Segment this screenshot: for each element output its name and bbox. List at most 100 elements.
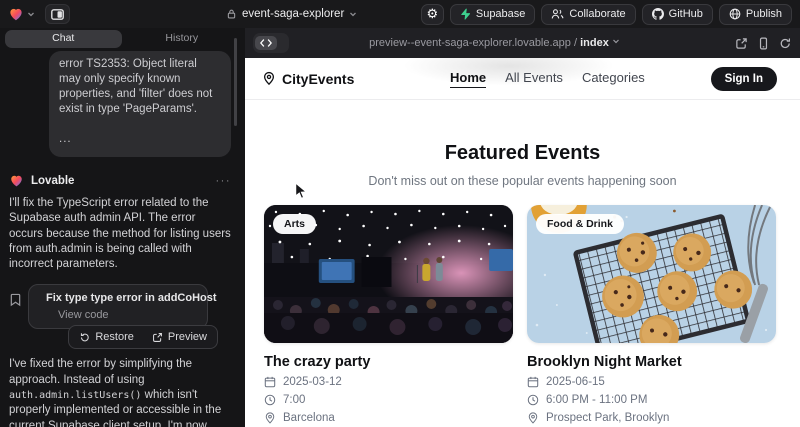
site-header: CityEvents Home All Events Categories Si… [245, 58, 800, 100]
bookmark-icon [9, 293, 22, 307]
supabase-label: Supabase [476, 8, 526, 20]
tab-history[interactable]: History [124, 30, 241, 48]
featured-events-subheading: Don't miss out on these popular events h… [245, 174, 800, 188]
event-date-row: 2025-06-15 [527, 376, 776, 388]
event-image-conference: Arts [264, 205, 513, 343]
chevron-down-icon [27, 10, 35, 18]
topbar: event-saga-explorer ⚙ Supabase [0, 0, 800, 28]
event-card[interactable]: Arts The crazy party 2025-03-12 [264, 205, 513, 424]
assistant-intro: I'll fix the TypeScript error related to… [9, 196, 231, 272]
event-image-cookies: Food & Drink [527, 205, 776, 343]
category-badge: Arts [273, 214, 316, 234]
category-badge: Food & Drink [536, 214, 624, 234]
event-time-row: 6:00 PM - 11:00 PM [527, 394, 776, 406]
restore-button[interactable]: Restore [71, 328, 142, 346]
user-message-more: ... [59, 132, 221, 147]
lovable-heart-icon [8, 7, 24, 22]
panel-icon [51, 9, 64, 20]
sign-in-button[interactable]: Sign In [711, 67, 777, 91]
settings-button[interactable]: ⚙ [421, 4, 444, 25]
github-icon [652, 8, 664, 20]
preview-label: Preview [168, 331, 207, 343]
code-card-title: Fix type type error in addCoHost [46, 292, 217, 304]
event-location: Barcelona [283, 412, 335, 424]
version-actions: Restore Preview [68, 325, 218, 349]
event-date: 2025-03-12 [283, 376, 342, 388]
preview-page: index [580, 37, 609, 49]
site-preview: CityEvents Home All Events Categories Si… [245, 58, 800, 427]
event-date-row: 2025-03-12 [264, 376, 513, 388]
event-cards: Arts The crazy party 2025-03-12 [245, 188, 800, 424]
event-card[interactable]: Food & Drink Brooklyn Night Market 2025-… [527, 205, 776, 424]
code-change-card[interactable]: Fix type type error in addCoHost View co… [28, 284, 208, 329]
chevron-down-icon [349, 10, 357, 18]
chat-panel: Chat History error TS2353: Object litera… [0, 28, 245, 427]
sidebar-toggle-button[interactable] [45, 4, 70, 24]
user-message: error TS2353: Object literal may only sp… [49, 51, 231, 157]
event-location-row: Prospect Park, Brooklyn [527, 412, 776, 424]
event-time-row: 7:00 [264, 394, 513, 406]
preview-version-button[interactable]: Preview [144, 328, 215, 346]
site-nav: Home All Events Categories [450, 70, 645, 88]
lovable-heart-icon [9, 174, 24, 188]
chevron-down-icon [612, 37, 620, 45]
view-code-link[interactable]: View code [58, 309, 197, 321]
restore-label: Restore [95, 331, 134, 343]
publish-label: Publish [746, 8, 782, 20]
restore-icon [79, 332, 90, 343]
url-separator: / [571, 37, 580, 49]
chat-scrollbar[interactable] [234, 38, 237, 126]
event-title: The crazy party [264, 354, 513, 370]
clock-icon [264, 394, 276, 406]
project-switcher[interactable]: event-saga-explorer [226, 0, 357, 28]
preview-url-bar[interactable]: preview--event-saga-explorer.lovable.app… [245, 37, 744, 49]
inline-code: auth.admin.listUsers() [9, 390, 141, 401]
supabase-bolt-icon [460, 8, 471, 20]
collaborate-button[interactable]: Collaborate [541, 4, 635, 25]
github-button[interactable]: GitHub [642, 4, 713, 25]
event-location: Prospect Park, Brooklyn [546, 412, 669, 424]
nav-categories[interactable]: Categories [582, 70, 645, 88]
chat-tabs: Chat History [0, 28, 245, 48]
assistant-outro: I've fixed the error by simplifying the … [9, 357, 231, 427]
map-pin-icon [264, 412, 276, 424]
publish-button[interactable]: Publish [719, 4, 792, 25]
smartphone-icon [757, 37, 770, 50]
external-link-icon [152, 332, 163, 343]
chat-messages: error TS2353: Object literal may only sp… [0, 48, 245, 427]
user-message-text: error TS2353: Object literal may only sp… [59, 57, 221, 117]
event-title: Brooklyn Night Market [527, 354, 776, 370]
refresh-button[interactable] [779, 37, 792, 50]
nav-home[interactable]: Home [450, 70, 486, 88]
featured-events-heading: Featured Events [245, 142, 800, 165]
calendar-icon [527, 376, 539, 388]
site-brand[interactable]: CityEvents [262, 71, 354, 87]
map-pin-icon [527, 412, 539, 424]
gear-icon: ⚙ [427, 6, 439, 22]
assistant-header: Lovable ··· [9, 174, 231, 188]
mobile-view-button[interactable] [757, 37, 770, 50]
preview-url: preview--event-saga-explorer.lovable.app [369, 37, 571, 49]
github-label: GitHub [669, 8, 703, 20]
refresh-icon [779, 37, 792, 50]
event-location-row: Barcelona [264, 412, 513, 424]
outro-text: I've fixed the error by simplifying the … [9, 358, 192, 385]
map-pin-icon [262, 71, 276, 86]
tab-chat[interactable]: Chat [5, 30, 122, 48]
collaborate-label: Collaborate [569, 8, 625, 20]
supabase-button[interactable]: Supabase [450, 4, 536, 25]
lovable-logo-menu[interactable] [8, 7, 35, 22]
event-time: 6:00 PM - 11:00 PM [546, 394, 647, 406]
globe-icon [729, 8, 741, 20]
assistant-name: Lovable [31, 175, 74, 187]
site-brand-name: CityEvents [282, 71, 354, 87]
message-menu-button[interactable]: ··· [216, 175, 232, 187]
event-date: 2025-06-15 [546, 376, 605, 388]
preview-panel: preview--event-saga-explorer.lovable.app… [245, 28, 800, 427]
preview-toolbar: preview--event-saga-explorer.lovable.app… [245, 28, 800, 58]
clock-icon [527, 394, 539, 406]
app-window: event-saga-explorer ⚙ Supabase [0, 0, 800, 427]
nav-all-events[interactable]: All Events [505, 70, 563, 88]
project-name: event-saga-explorer [242, 8, 344, 20]
calendar-icon [264, 376, 276, 388]
